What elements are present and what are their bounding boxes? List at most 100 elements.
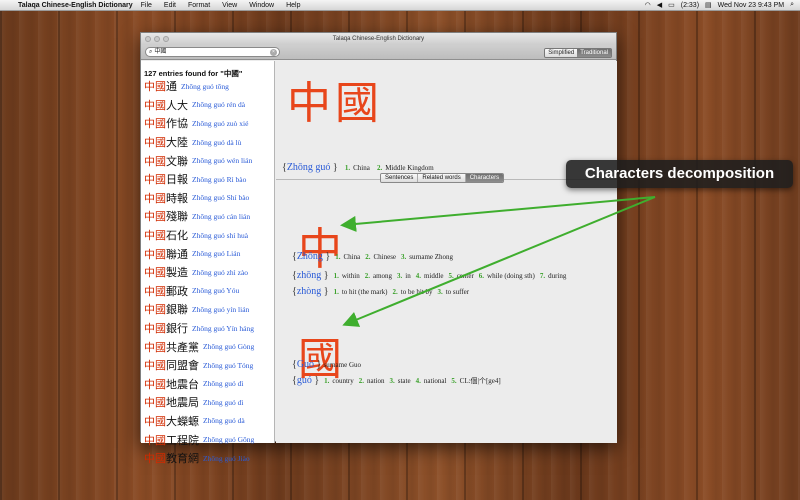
menu-edit[interactable]: Edit xyxy=(164,2,176,9)
sense-number: 2. xyxy=(365,253,371,261)
search-input[interactable]: ⌕ 中國 × xyxy=(145,47,280,57)
entry-hanzi-rest: 大蠑螈 xyxy=(166,414,199,428)
entry-hanzi: 中國大蠑螈 xyxy=(144,413,199,429)
entry-pinyin: Zhōng guó cán lián xyxy=(192,211,251,221)
list-item[interactable]: 中國大陸 Zhōng guó dà lù xyxy=(141,133,274,152)
entry-pinyin: Zhōng guó rén dà xyxy=(192,100,246,110)
minimize-button[interactable] xyxy=(154,36,160,42)
list-item[interactable]: 中國大蠑螈 Zhōng guó dà xyxy=(141,412,274,431)
entry-pinyin: Zhōng guó Yín háng xyxy=(192,323,255,333)
results-list[interactable]: 127 entries found for "中國" 中國通 Zhōng guó … xyxy=(141,61,275,465)
battery-icon[interactable]: ▭ xyxy=(668,1,675,9)
entry-pinyin: Zhōng guó Tóng xyxy=(203,360,254,370)
close-button[interactable] xyxy=(145,36,151,42)
menu-window[interactable]: Window xyxy=(249,2,274,9)
entry-hanzi-rest: 地震台 xyxy=(166,377,199,391)
tab-related-words[interactable]: Related words xyxy=(418,174,466,182)
menu-view[interactable]: View xyxy=(222,2,237,9)
window-titlebar[interactable]: Talaqa Chinese-English Dictionary xyxy=(141,33,616,45)
entry-hanzi-rest: 石化 xyxy=(166,229,188,243)
sense-text: during xyxy=(548,272,567,280)
headword-pinyin[interactable]: Zhōng guó xyxy=(287,162,331,173)
list-item[interactable]: 中國地震台 Zhōng guó dì xyxy=(141,375,274,394)
list-item[interactable]: 中國聯通 Zhōng guó Lián xyxy=(141,244,274,263)
entry-hanzi-prefix: 中國 xyxy=(144,191,166,205)
entry-hanzi: 中國聯通 xyxy=(144,246,188,262)
list-item[interactable]: 中國銀聯 Zhōng guó yín lián xyxy=(141,300,274,319)
entry-hanzi-prefix: 中國 xyxy=(144,433,166,447)
list-item[interactable]: 中國通 Zhōng guó tōng xyxy=(141,77,274,96)
volume-icon[interactable]: ◀ xyxy=(657,1,662,9)
sense-number: 2. xyxy=(392,288,398,296)
zoom-button[interactable] xyxy=(163,36,169,42)
reading-pinyin[interactable]: zhòng xyxy=(297,286,321,297)
entry-hanzi: 中國同盟會 xyxy=(144,357,199,373)
list-item[interactable]: 中國教育網 Zhōng guó Jiào xyxy=(141,449,274,468)
sense-text: Middle Kingdom xyxy=(385,164,434,172)
entry-hanzi-prefix: 中國 xyxy=(144,266,166,280)
sense-text: country xyxy=(332,377,354,385)
entry-hanzi-rest: 殘聯 xyxy=(166,210,188,224)
characters-decomposition-callout: Characters decomposition xyxy=(566,160,793,188)
entry-hanzi-prefix: 中國 xyxy=(144,229,166,243)
sense-text: in xyxy=(405,272,411,280)
reading-pinyin[interactable]: Zhōng xyxy=(297,251,323,262)
search-value: 中國 xyxy=(154,48,167,55)
reading-pinyin[interactable]: Guó xyxy=(297,359,314,370)
status-area: ◠ ◀ ▭ (2:33) ▤ Wed Nov 23 9:43 PM ⌕ xyxy=(645,1,794,9)
flag-icon[interactable]: ▤ xyxy=(705,1,712,9)
window-controls xyxy=(145,36,169,42)
app-menu[interactable]: Talaqa Chinese-English Dictionary xyxy=(18,2,133,9)
sense-number: 1. xyxy=(344,164,351,172)
tab-characters[interactable]: Characters xyxy=(465,174,504,182)
entry-hanzi: 中國銀行 xyxy=(144,320,188,336)
entry-hanzi: 中國銀聯 xyxy=(144,301,188,317)
sense-number: 6. xyxy=(478,272,485,280)
simplified-button[interactable]: Simplified xyxy=(545,49,578,57)
entry-hanzi-rest: 郵政 xyxy=(166,284,188,298)
sense-number: 7. xyxy=(539,272,546,280)
list-item[interactable]: 中國同盟會 Zhōng guó Tóng xyxy=(141,356,274,375)
menu-help[interactable]: Help xyxy=(286,2,300,9)
character-reading: {guó } 1. country 2. nation 3. state 4. national… xyxy=(292,375,501,386)
entry-hanzi-rest: 銀行 xyxy=(166,322,188,336)
list-item[interactable]: 中國作協 Zhōng guó zuò xié xyxy=(141,114,274,133)
entry-hanzi-rest: 聯通 xyxy=(166,247,188,261)
sense-text: surname Guo xyxy=(323,361,362,369)
sense-number: 5. xyxy=(448,272,454,280)
entry-hanzi-rest: 銀聯 xyxy=(166,303,188,317)
menu-bar: Talaqa Chinese-English Dictionary File E… xyxy=(0,0,800,11)
entry-pinyin: Zhōng guó dà lù xyxy=(192,137,242,147)
sense-number: 5. xyxy=(451,377,457,385)
entry-hanzi-prefix: 中國 xyxy=(144,452,166,466)
list-item[interactable]: 中國銀行 Zhōng guó Yín háng xyxy=(141,319,274,338)
list-item[interactable]: 中國時報 Zhōng guó Shí bào xyxy=(141,189,274,208)
menu-file[interactable]: File xyxy=(141,2,152,9)
clear-search-icon[interactable]: × xyxy=(270,48,277,56)
entry-hanzi-rest: 同盟會 xyxy=(166,359,199,373)
list-item[interactable]: 中國石化 Zhōng guó shí huà xyxy=(141,226,274,245)
wifi-icon[interactable]: ◠ xyxy=(645,1,651,9)
list-item[interactable]: 中國人大 Zhōng guó rén dà xyxy=(141,96,274,115)
headword-definition: {Zhōng guó } 1. China 2. Middle Kingdom xyxy=(282,162,434,173)
entry-hanzi-prefix: 中國 xyxy=(144,117,166,131)
list-item[interactable]: 中國共產黨 Zhōng guó Gòng xyxy=(141,337,274,356)
reading-pinyin[interactable]: zhōng xyxy=(297,270,321,281)
traditional-button[interactable]: Traditional xyxy=(577,49,611,57)
list-item[interactable]: 中國製造 Zhōng guó zhì zào xyxy=(141,263,274,282)
sense-text: center xyxy=(456,272,474,280)
menu-format[interactable]: Format xyxy=(188,2,210,9)
clock[interactable]: Wed Nov 23 9:43 PM xyxy=(718,2,784,9)
list-item[interactable]: 中國工程院 Zhōng guó Gōng xyxy=(141,430,274,449)
list-item[interactable]: 中國文聯 Zhōng guó wén lián xyxy=(141,151,274,170)
list-item[interactable]: 中國郵政 Zhōng guó Yóu xyxy=(141,282,274,301)
list-item[interactable]: 中國日報 Zhōng guó Rì bào xyxy=(141,170,274,189)
entry-pinyin: Zhōng guó Yóu xyxy=(192,286,240,296)
reading-pinyin[interactable]: guó xyxy=(297,375,312,386)
list-item[interactable]: 中國殘聯 Zhōng guó cán lián xyxy=(141,207,274,226)
entry-pinyin: Zhōng guó dì xyxy=(203,379,244,389)
spotlight-icon[interactable]: ⌕ xyxy=(790,1,794,9)
tab-sentences[interactable]: Sentences xyxy=(381,174,419,182)
entry-hanzi-prefix: 中國 xyxy=(144,284,166,298)
list-item[interactable]: 中國地震局 Zhōng guó dì xyxy=(141,393,274,412)
